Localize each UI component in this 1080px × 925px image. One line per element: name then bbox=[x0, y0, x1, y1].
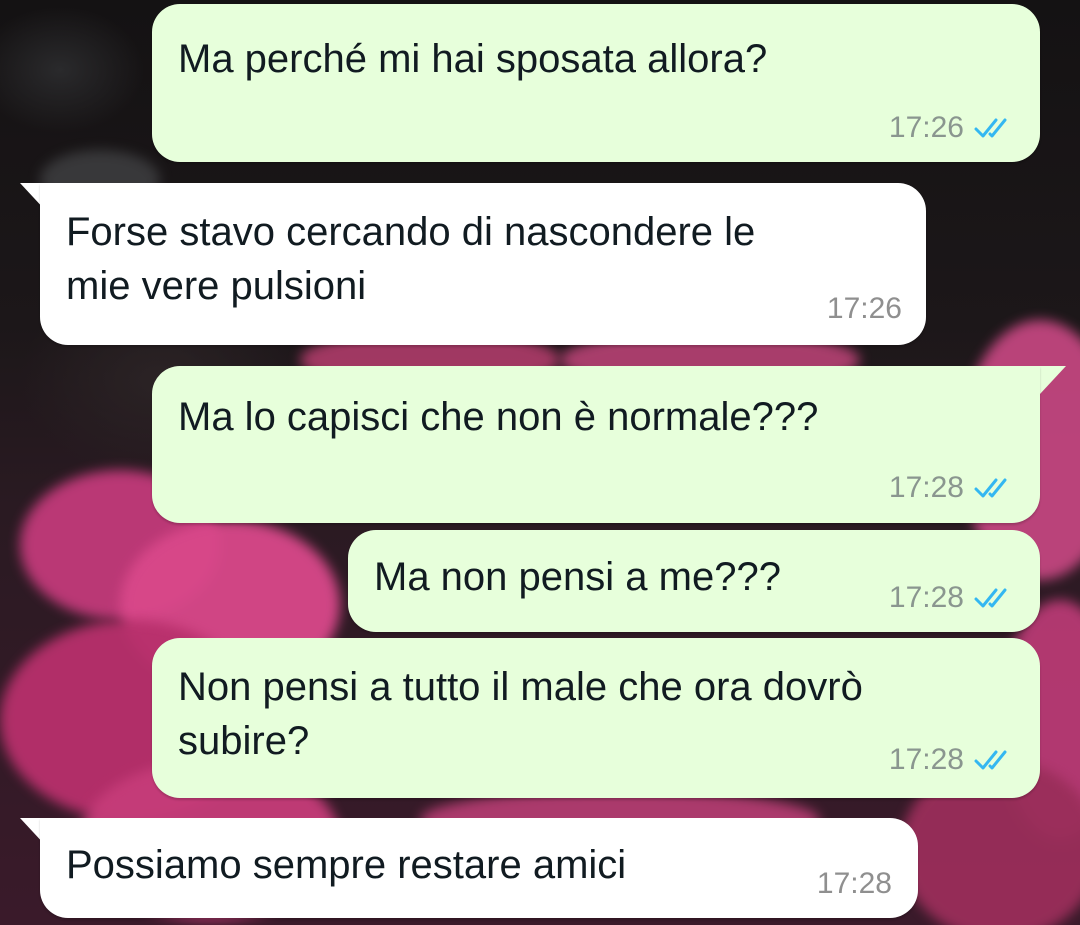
read-double-check-icon bbox=[974, 750, 1007, 770]
message-text: Possiamo sempre restare amici bbox=[66, 843, 627, 887]
message-list: Ma perché mi hai sposata allora? 17:26 F… bbox=[0, 0, 1080, 925]
message-text: Ma lo capisci che non è normale??? bbox=[178, 395, 819, 439]
message-text: Forse stavo cercando di nascondere le mi… bbox=[66, 210, 756, 308]
message-time: 17:28 bbox=[888, 581, 964, 614]
bubble-tail bbox=[1040, 366, 1066, 394]
outgoing-message[interactable]: Ma lo capisci che non è normale??? 17:28 bbox=[152, 366, 1040, 523]
message-time: 17:26 bbox=[826, 292, 902, 325]
message-time: 17:28 bbox=[816, 867, 892, 900]
read-double-check-icon bbox=[974, 588, 1007, 608]
incoming-message[interactable]: Forse stavo cercando di nascondere le mi… bbox=[40, 183, 926, 345]
read-double-check-icon bbox=[974, 478, 1007, 498]
outgoing-message[interactable]: Ma non pensi a me??? 17:28 bbox=[348, 530, 1040, 632]
message-time: 17:28 bbox=[888, 743, 964, 776]
message-text: Ma perché mi hai sposata allora? bbox=[178, 37, 768, 81]
message-meta: 17:28 bbox=[889, 744, 1018, 776]
message-meta: 17:28 bbox=[817, 868, 892, 900]
message-meta: 17:28 bbox=[889, 472, 1018, 504]
message-time: 17:26 bbox=[888, 111, 964, 144]
message-text: Ma non pensi a me??? bbox=[374, 555, 781, 599]
outgoing-message[interactable]: Ma perché mi hai sposata allora? 17:26 bbox=[152, 4, 1040, 162]
message-meta: 17:26 bbox=[827, 293, 902, 325]
outgoing-message[interactable]: Non pensi a tutto il male che ora dovrò … bbox=[152, 638, 1040, 798]
read-double-check-icon bbox=[974, 118, 1007, 138]
message-meta: 17:28 bbox=[889, 582, 1018, 614]
message-time: 17:28 bbox=[888, 471, 964, 504]
message-meta: 17:26 bbox=[889, 112, 1018, 144]
message-text: Non pensi a tutto il male che ora dovrò … bbox=[178, 665, 863, 763]
incoming-message[interactable]: Possiamo sempre restare amici 17:28 bbox=[40, 818, 918, 918]
